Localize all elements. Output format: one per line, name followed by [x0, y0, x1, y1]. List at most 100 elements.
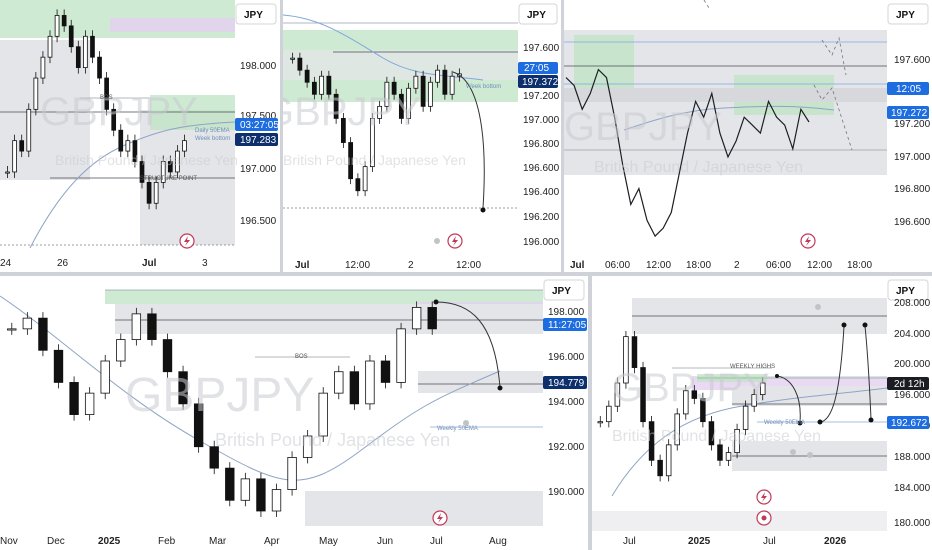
x-tick-p2-4: 12:00 — [456, 260, 481, 271]
x-tick-p3-5: 2 — [734, 260, 740, 271]
timer-badge-text-p3: 12:05 — [896, 84, 921, 95]
chart-panel-3[interactable]: GBPJPY British Pound / Japanese Yen JPY … — [564, 0, 932, 272]
y-tick-p5-1: 208.000 — [894, 298, 931, 309]
marker-dot-p4 — [463, 420, 469, 426]
candle-body — [147, 313, 157, 340]
lightning-icon-p5[interactable] — [756, 489, 772, 505]
start-dot-p4 — [433, 299, 439, 305]
candle-body — [125, 140, 131, 152]
ema-label-p4: Weekly 50EMA — [437, 426, 478, 432]
chart-panel-1[interactable]: GBPJPY British Pound / Japanese Yen BOS … — [0, 0, 280, 272]
chart-panel-2[interactable]: GBPJPY British Pound / Japanese Yen Week… — [283, 0, 561, 272]
y-tick-p3-1: 197.600 — [894, 55, 931, 66]
x-tick-p4-5: Mar — [209, 536, 227, 547]
y-tick-p2-7: 196.400 — [523, 187, 560, 198]
x-tick-p3-4: 18:00 — [686, 260, 711, 271]
candle-body — [162, 339, 173, 373]
candle-body — [435, 69, 441, 83]
candle-body — [413, 75, 419, 89]
y-tick-p4-1: 198.000 — [548, 307, 585, 318]
ema-label-p5: Weekly 50EMA — [764, 420, 805, 426]
x-tick-p2-2: 12:00 — [345, 260, 370, 271]
candle-body — [411, 307, 422, 330]
y-tick-p3-5: 196.600 — [894, 217, 931, 228]
currency-label-p2: JPY — [527, 10, 546, 21]
y-tick-p5-3: 200.000 — [894, 359, 931, 370]
y-tick-3: 197.000 — [240, 164, 277, 175]
chart-svg-5[interactable]: GBPJPY British Pound / Japanese Yen WEEK… — [592, 276, 932, 550]
candle-body — [290, 57, 296, 60]
watermark-description-p4: British Pound / Japanese Yen — [215, 430, 450, 450]
chart-svg-3[interactable]: GBPJPY British Pound / Japanese Yen JPY … — [564, 0, 932, 272]
candle-body — [68, 25, 74, 48]
price-badge-text-p2: 197.372 — [522, 77, 559, 88]
lightning-icon-p2[interactable] — [447, 233, 463, 249]
y-tick-p2-8: 196.200 — [523, 212, 560, 223]
chart-svg-4[interactable]: GBPJPY British Pound / Japanese Yen BOS … — [0, 276, 588, 550]
watermark-symbol-p2: GBPJPY — [283, 90, 421, 134]
candle-body — [182, 140, 187, 152]
x-tick-p4-6: Apr — [264, 536, 280, 547]
currency-label-p5: JPY — [896, 286, 915, 297]
x-tick-2: 26 — [57, 258, 69, 269]
candle-body — [33, 77, 39, 110]
candle-body — [22, 317, 33, 330]
watermark-description-p3: British Pound / Japanese Yen — [594, 159, 803, 176]
candle-body — [365, 360, 375, 405]
candle-body — [53, 349, 64, 383]
lightning-icon-p3[interactable] — [800, 233, 816, 249]
price-badge-text-p3: 197.272 — [891, 108, 928, 119]
chart-panel-5[interactable]: GBPJPY British Pound / Japanese Yen WEEK… — [592, 276, 932, 550]
y-tick-p5-4: 196.000 — [894, 390, 931, 401]
x-tick-4: 3 — [202, 258, 208, 269]
x-tick-p2-1: Jul — [295, 260, 310, 271]
y-tick-p2-1: 197.600 — [523, 43, 560, 54]
candle-body — [271, 489, 282, 512]
candle-body — [304, 69, 310, 83]
watermark-symbol-p3: GBPJPY — [564, 105, 722, 149]
target-icon-p5[interactable] — [756, 510, 772, 526]
candle-body — [355, 178, 361, 192]
x-tick-p4-4: Feb — [158, 536, 176, 547]
candle-body — [146, 181, 152, 204]
timer-badge-text-p2: 27:05 — [524, 63, 549, 74]
candle-body — [631, 336, 638, 368]
watermark-description: British Pound / Japanese Yen — [55, 152, 238, 168]
price-badge-text-p5: 192.672 — [891, 418, 928, 429]
candle-body — [153, 181, 159, 204]
candle-body — [83, 35, 88, 69]
target-dot-p4 — [497, 385, 503, 391]
grey-zone-bottom-p4 — [305, 491, 543, 526]
x-tick-p3-7: 12:00 — [807, 260, 832, 271]
chart-svg-1[interactable]: GBPJPY British Pound / Japanese Yen BOS … — [0, 0, 280, 272]
candle-body — [12, 140, 17, 173]
x-tick-p4-3: 2025 — [98, 536, 121, 547]
watermark-description-p5: British Pound / Japanese Yen — [612, 428, 821, 445]
week-bottom-label-p2: Week bottom — [466, 84, 501, 90]
y-tick-p5-7: 184.000 — [894, 483, 931, 494]
x-tick-p4-7: May — [319, 536, 338, 547]
x-tick-p4-10: Aug — [489, 536, 507, 547]
week-bottom-label: Week bottom — [195, 136, 230, 142]
y-tick-p2-4: 197.000 — [523, 115, 560, 126]
chart-panel-4[interactable]: GBPJPY British Pound / Japanese Yen BOS … — [0, 276, 588, 550]
timer-badge-text-p5: 2d 12h — [894, 379, 925, 390]
marker-dot-p2 — [434, 238, 440, 244]
lightning-icon-p4[interactable] — [432, 510, 448, 526]
watermark-symbol-p4: GBPJPY — [125, 369, 314, 422]
projection-arrow-p5b — [819, 325, 845, 423]
candle-body — [100, 360, 110, 394]
marker-dot-p5b — [790, 449, 796, 455]
y-tick-p2-3: 197.200 — [523, 91, 560, 102]
x-tick-p5-4: 2026 — [824, 536, 847, 547]
y-tick-p3-4: 196.800 — [894, 184, 931, 195]
chart-svg-2[interactable]: GBPJPY British Pound / Japanese Yen Week… — [283, 0, 561, 272]
watermark-symbol-p5: GBPJPY — [612, 366, 770, 410]
marker-dot-p5c — [807, 452, 813, 458]
grey-zone-mid-p4 — [418, 371, 543, 393]
y-tick-p2-5: 196.800 — [523, 139, 560, 150]
candle-body — [396, 328, 406, 383]
timer-badge-text: 03:27:05 — [240, 120, 279, 131]
candle-body — [38, 317, 48, 351]
lightning-icon[interactable] — [179, 233, 195, 249]
